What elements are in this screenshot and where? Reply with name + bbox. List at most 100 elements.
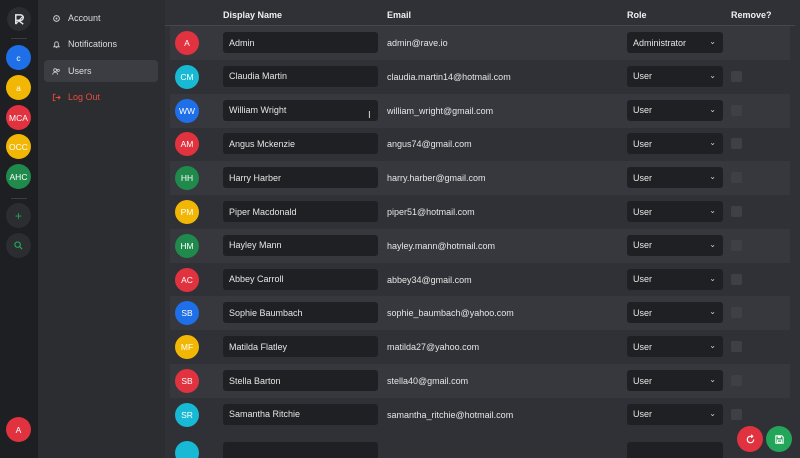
server-icon[interactable]: a — [6, 75, 31, 100]
server-label: c — [16, 52, 21, 63]
role-value: User — [633, 71, 653, 82]
role-select[interactable]: User ⌄ — [627, 234, 723, 256]
display-name-input[interactable] — [223, 268, 378, 290]
avatar-initials: AM — [180, 139, 194, 150]
remove-checkbox[interactable] — [731, 307, 742, 319]
display-name-input[interactable] — [223, 403, 378, 425]
reset-button[interactable] — [737, 426, 763, 452]
remove-checkbox[interactable] — [731, 104, 742, 116]
remove-checkbox[interactable] — [731, 70, 742, 82]
remove-checkbox[interactable] — [731, 375, 742, 386]
role-value: User — [633, 409, 653, 420]
role-select[interactable]: User ⌄ — [627, 167, 723, 189]
table-row: MF matilda27@yahoo.com User ⌄ — [170, 330, 790, 364]
role-select[interactable]: User ⌄ — [627, 336, 723, 358]
role-value: User — [633, 341, 653, 352]
avatar: MF — [175, 335, 199, 360]
table-row: Aadmin@rave.io Administrator ⌄ — [170, 26, 790, 60]
r-logo-icon[interactable] — [7, 7, 31, 31]
role-value: User — [633, 240, 653, 251]
chevron-down-icon: ⌄ — [709, 70, 716, 80]
role-select[interactable]: User ⌄ — [627, 403, 723, 425]
server-icon[interactable]: OCC — [6, 134, 31, 159]
avatar-initials: CM — [180, 71, 194, 82]
server-label: AHC — [9, 171, 28, 182]
display-name-input[interactable] — [223, 167, 378, 189]
role-value: User — [633, 138, 653, 149]
role-select[interactable]: User ⌄ — [627, 99, 723, 121]
email-text: angus74@gmail.com — [387, 139, 472, 150]
email-text: piper51@hotmail.com — [387, 207, 475, 217]
email-text: claudia.martin14@hotmail.com — [387, 71, 511, 82]
nav-item-account[interactable]: Account — [44, 7, 158, 29]
table-row: CM claudia.martin14@hotmail.com User ⌄ — [170, 60, 790, 94]
role-select[interactable]: User ⌄ — [627, 65, 723, 87]
role-select[interactable]: User ⌄ — [627, 133, 723, 155]
server-icon[interactable]: AHC — [6, 164, 31, 189]
server-icon[interactable]: MCA — [6, 105, 31, 130]
role-select[interactable]: User ⌄ — [627, 302, 723, 324]
remove-checkbox[interactable] — [731, 239, 742, 251]
role-select[interactable] — [627, 442, 723, 458]
users-panel: Display Name Email Role Remove? Aadmin@r… — [165, 0, 800, 458]
settings-nav: Account Notifications Users Log Out — [38, 0, 164, 458]
table-row-partial — [170, 436, 790, 458]
role-value: User — [633, 172, 653, 183]
remove-checkbox[interactable] — [731, 172, 742, 184]
nav-item-notifications[interactable]: Notifications — [44, 33, 158, 55]
display-name-input[interactable] — [223, 336, 378, 358]
server-icon[interactable]: c — [6, 45, 31, 70]
nav-label: Log Out — [68, 92, 101, 102]
display-name-input[interactable] — [223, 302, 378, 324]
chevron-down-icon: ⌄ — [709, 172, 716, 182]
email-text: hayley.mann@hotmail.com — [387, 240, 496, 251]
plus-icon[interactable]: + — [6, 203, 31, 228]
remove-checkbox[interactable] — [731, 408, 742, 420]
remove-checkbox[interactable] — [731, 138, 742, 150]
server-label: OCC — [9, 141, 28, 152]
avatar-initials: HH — [180, 173, 194, 184]
remove-checkbox[interactable] — [731, 341, 742, 353]
email-text: sophie_baumbach@yahoo.com — [387, 308, 514, 319]
role-value: User — [633, 274, 653, 285]
save-button[interactable] — [766, 426, 792, 452]
chevron-down-icon: ⌄ — [709, 37, 716, 46]
display-name-input[interactable] — [223, 370, 378, 391]
table-row: PM piper51@hotmail.com User ⌄ — [170, 195, 790, 229]
email-text: william_wright@gmail.com — [387, 105, 494, 116]
display-name-input[interactable] — [223, 234, 378, 256]
table-row: SB stella40@gmail.com User ⌄ — [170, 364, 790, 398]
nav-label: Users — [68, 66, 92, 76]
role-select[interactable]: User ⌄ — [627, 370, 723, 391]
display-name-input[interactable] — [223, 99, 378, 121]
display-name-input[interactable] — [223, 201, 378, 222]
avatar: CM — [175, 64, 199, 89]
table-row: AM angus74@gmail.com User ⌄ — [170, 127, 790, 161]
remove-checkbox[interactable] — [731, 273, 742, 285]
nav-item-users[interactable]: Users — [44, 60, 158, 82]
remove-checkbox[interactable] — [731, 206, 742, 217]
role-value: User — [633, 307, 653, 318]
header-remove: Remove? — [731, 10, 772, 20]
display-name-input[interactable] — [223, 65, 378, 87]
user-avatar[interactable]: A — [6, 417, 31, 442]
bell-icon — [52, 40, 61, 49]
avatar-initials: PM — [180, 207, 194, 217]
users-icon — [52, 67, 61, 76]
display-name-input[interactable] — [223, 133, 378, 155]
display-name-input[interactable] — [223, 442, 378, 458]
display-name-input[interactable] — [223, 32, 378, 53]
chevron-down-icon: ⌄ — [709, 239, 716, 249]
chevron-down-icon: ⌄ — [709, 138, 716, 148]
avatar-initials: HM — [180, 240, 194, 251]
nav-item-logout[interactable]: Log Out — [44, 86, 158, 108]
role-select[interactable]: User ⌄ — [627, 201, 723, 222]
role-select[interactable]: User ⌄ — [627, 268, 723, 290]
email-text: samantha_ritchie@hotmail.com — [387, 409, 514, 420]
header-role: Role — [627, 10, 647, 20]
role-value: User — [633, 206, 653, 217]
search-icon[interactable] — [6, 233, 31, 258]
avatar: SB — [175, 301, 199, 326]
nav-label: Account — [68, 13, 101, 23]
role-select[interactable]: Administrator ⌄ — [627, 32, 723, 53]
